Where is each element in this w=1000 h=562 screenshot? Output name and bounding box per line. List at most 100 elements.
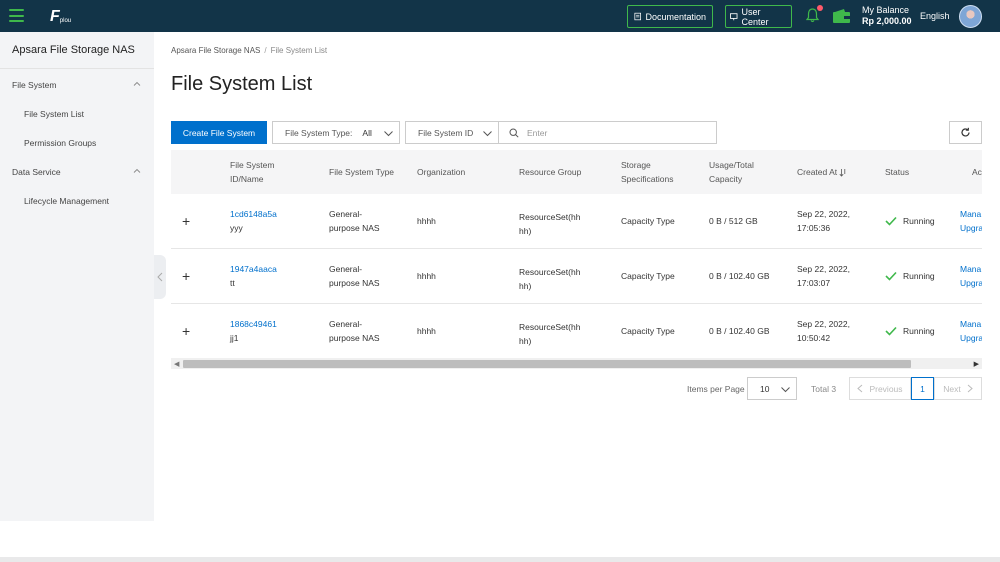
sidebar-item-lifecycle-management[interactable]: Lifecycle Management: [24, 196, 109, 206]
monitor-icon: [730, 12, 738, 20]
menu-icon[interactable]: [9, 9, 24, 22]
previous-page-button[interactable]: Previous: [849, 377, 911, 400]
sort-icon[interactable]: [839, 168, 847, 177]
rg-line2: hh): [519, 336, 532, 346]
sidebar-group-data-service[interactable]: Data Service: [12, 167, 61, 177]
balance[interactable]: My Balance Rp 2,000.00: [862, 5, 912, 27]
breadcrumb-root[interactable]: Apsara File Storage NAS: [171, 46, 260, 55]
header-resource-group: Resource Group: [519, 167, 582, 177]
chevron-right-icon: [967, 384, 973, 393]
expand-row-icon[interactable]: +: [182, 323, 190, 339]
created-date: Sep 22, 2022,: [797, 264, 850, 274]
header-created-at-label: Created At: [797, 167, 838, 177]
chevron-up-icon[interactable]: [133, 167, 141, 175]
notification-dot: [817, 5, 823, 11]
id-name-cell: 1cd6148a5a yyy: [230, 207, 277, 235]
sidebar-item-file-system-list[interactable]: File System List: [24, 109, 84, 119]
file-system-name: tt: [230, 278, 235, 288]
document-icon: [634, 12, 641, 21]
header-id-name-line2: ID/Name: [230, 174, 264, 184]
header-id-name-line1: File System: [230, 160, 275, 170]
sidebar-item-permission-groups[interactable]: Permission Groups: [24, 138, 96, 148]
scroll-right-arrow-icon[interactable]: ▶: [974, 360, 979, 368]
resource-group-cell: ResourceSet(hh hh): [519, 320, 580, 348]
actions-cell: Mana Upgra: [960, 317, 982, 345]
manage-link[interactable]: Mana: [960, 262, 982, 276]
created-time: 17:05:36: [797, 223, 831, 233]
table-row: + 1947a4aaca tt General- purpose NAS hhh…: [171, 249, 982, 304]
id-filter-label: File System ID: [418, 127, 474, 138]
logo[interactable]: F plou: [50, 8, 71, 25]
rg-line1: ResourceSet(hh: [519, 322, 581, 332]
type-filter-label: File System Type:: [285, 127, 353, 138]
sidebar-collapse-handle[interactable]: [154, 255, 166, 299]
status-text: Running: [903, 271, 935, 281]
logo-text: plou: [59, 18, 72, 24]
upgrade-link[interactable]: Upgra: [960, 276, 982, 290]
items-per-page-label: Items per Page: [687, 384, 745, 394]
header-spec-line1: Storage: [621, 160, 651, 170]
rg-line2: hh): [519, 281, 532, 291]
items-per-page-select[interactable]: 10: [747, 377, 797, 400]
sidebar: Apsara File Storage NAS File System File…: [0, 32, 154, 521]
file-system-type-filter[interactable]: File System Type: All: [272, 121, 400, 144]
top-navigation-bar: F plou Documentation User Center My Bala…: [0, 0, 1000, 32]
next-page-button[interactable]: Next: [934, 377, 982, 400]
search-icon[interactable]: [509, 127, 519, 138]
avatar[interactable]: [959, 5, 982, 28]
horizontal-scrollbar[interactable]: ◀ ▶: [171, 358, 982, 369]
file-system-name: yyy: [230, 223, 243, 233]
chevron-left-icon: [857, 384, 863, 393]
refresh-button[interactable]: [949, 121, 982, 144]
sidebar-group-file-system[interactable]: File System: [12, 80, 56, 90]
breadcrumb-separator: /: [264, 46, 267, 55]
search-input[interactable]: [527, 127, 697, 138]
file-system-id-link[interactable]: 1947a4aaca: [230, 262, 277, 276]
type-line1: General-: [329, 319, 363, 329]
id-name-cell: 1947a4aaca tt: [230, 262, 277, 290]
search-box: [498, 121, 717, 144]
header-storage-spec: Storage Specifications: [621, 158, 673, 186]
header-usage-line2: Capacity: [709, 174, 743, 184]
language-selector[interactable]: English: [920, 11, 950, 21]
documentation-label: Documentation: [645, 11, 706, 22]
expand-row-icon[interactable]: +: [182, 213, 190, 229]
scrollbar-thumb[interactable]: [183, 360, 911, 368]
balance-label: My Balance: [862, 5, 910, 15]
manage-link[interactable]: Mana: [960, 207, 982, 221]
wallet-icon[interactable]: [832, 8, 851, 24]
created-at-cell: Sep 22, 2022, 10:50:42: [797, 317, 850, 345]
created-at-cell: Sep 22, 2022, 17:05:36: [797, 207, 850, 235]
check-icon: [885, 216, 897, 226]
documentation-button[interactable]: Documentation: [627, 5, 713, 28]
resource-group-cell: ResourceSet(hh hh): [519, 265, 580, 293]
logo-mark: F: [50, 8, 60, 25]
chevron-down-icon: [384, 131, 393, 137]
file-system-id-link[interactable]: 1cd6148a5a: [230, 207, 277, 221]
manage-link[interactable]: Mana: [960, 317, 982, 331]
header-spec-line2: Specifications: [621, 174, 674, 184]
user-center-button[interactable]: User Center: [725, 5, 792, 28]
file-system-id-selector[interactable]: File System ID: [405, 121, 499, 144]
type-line1: General-: [329, 264, 363, 274]
file-system-id-link[interactable]: 1868c49461: [230, 317, 277, 331]
header-created-at[interactable]: Created At: [797, 165, 847, 179]
header-actions: Ac: [972, 167, 982, 177]
upgrade-link[interactable]: Upgra: [960, 221, 982, 235]
type-line2: purpose NAS: [329, 333, 380, 343]
type-line2: purpose NAS: [329, 278, 380, 288]
breadcrumb: Apsara File Storage NAS / File System List: [171, 46, 327, 55]
upgrade-link[interactable]: Upgra: [960, 331, 982, 345]
page-number-button[interactable]: 1: [911, 377, 934, 400]
expand-row-icon[interactable]: +: [182, 268, 190, 284]
scroll-left-arrow-icon[interactable]: ◀: [174, 360, 179, 368]
balance-value: Rp 2,000.00: [862, 16, 912, 26]
chevron-up-icon[interactable]: [133, 80, 141, 88]
chevron-down-icon: [781, 387, 790, 393]
previous-label: Previous: [869, 383, 903, 394]
create-file-system-button[interactable]: Create File System: [171, 121, 267, 144]
status-cell: Running: [885, 214, 935, 228]
organization-cell: hhhh: [417, 216, 436, 226]
created-time: 17:03:07: [797, 278, 831, 288]
file-system-table: File System ID/Name File System Type Org…: [171, 150, 982, 370]
